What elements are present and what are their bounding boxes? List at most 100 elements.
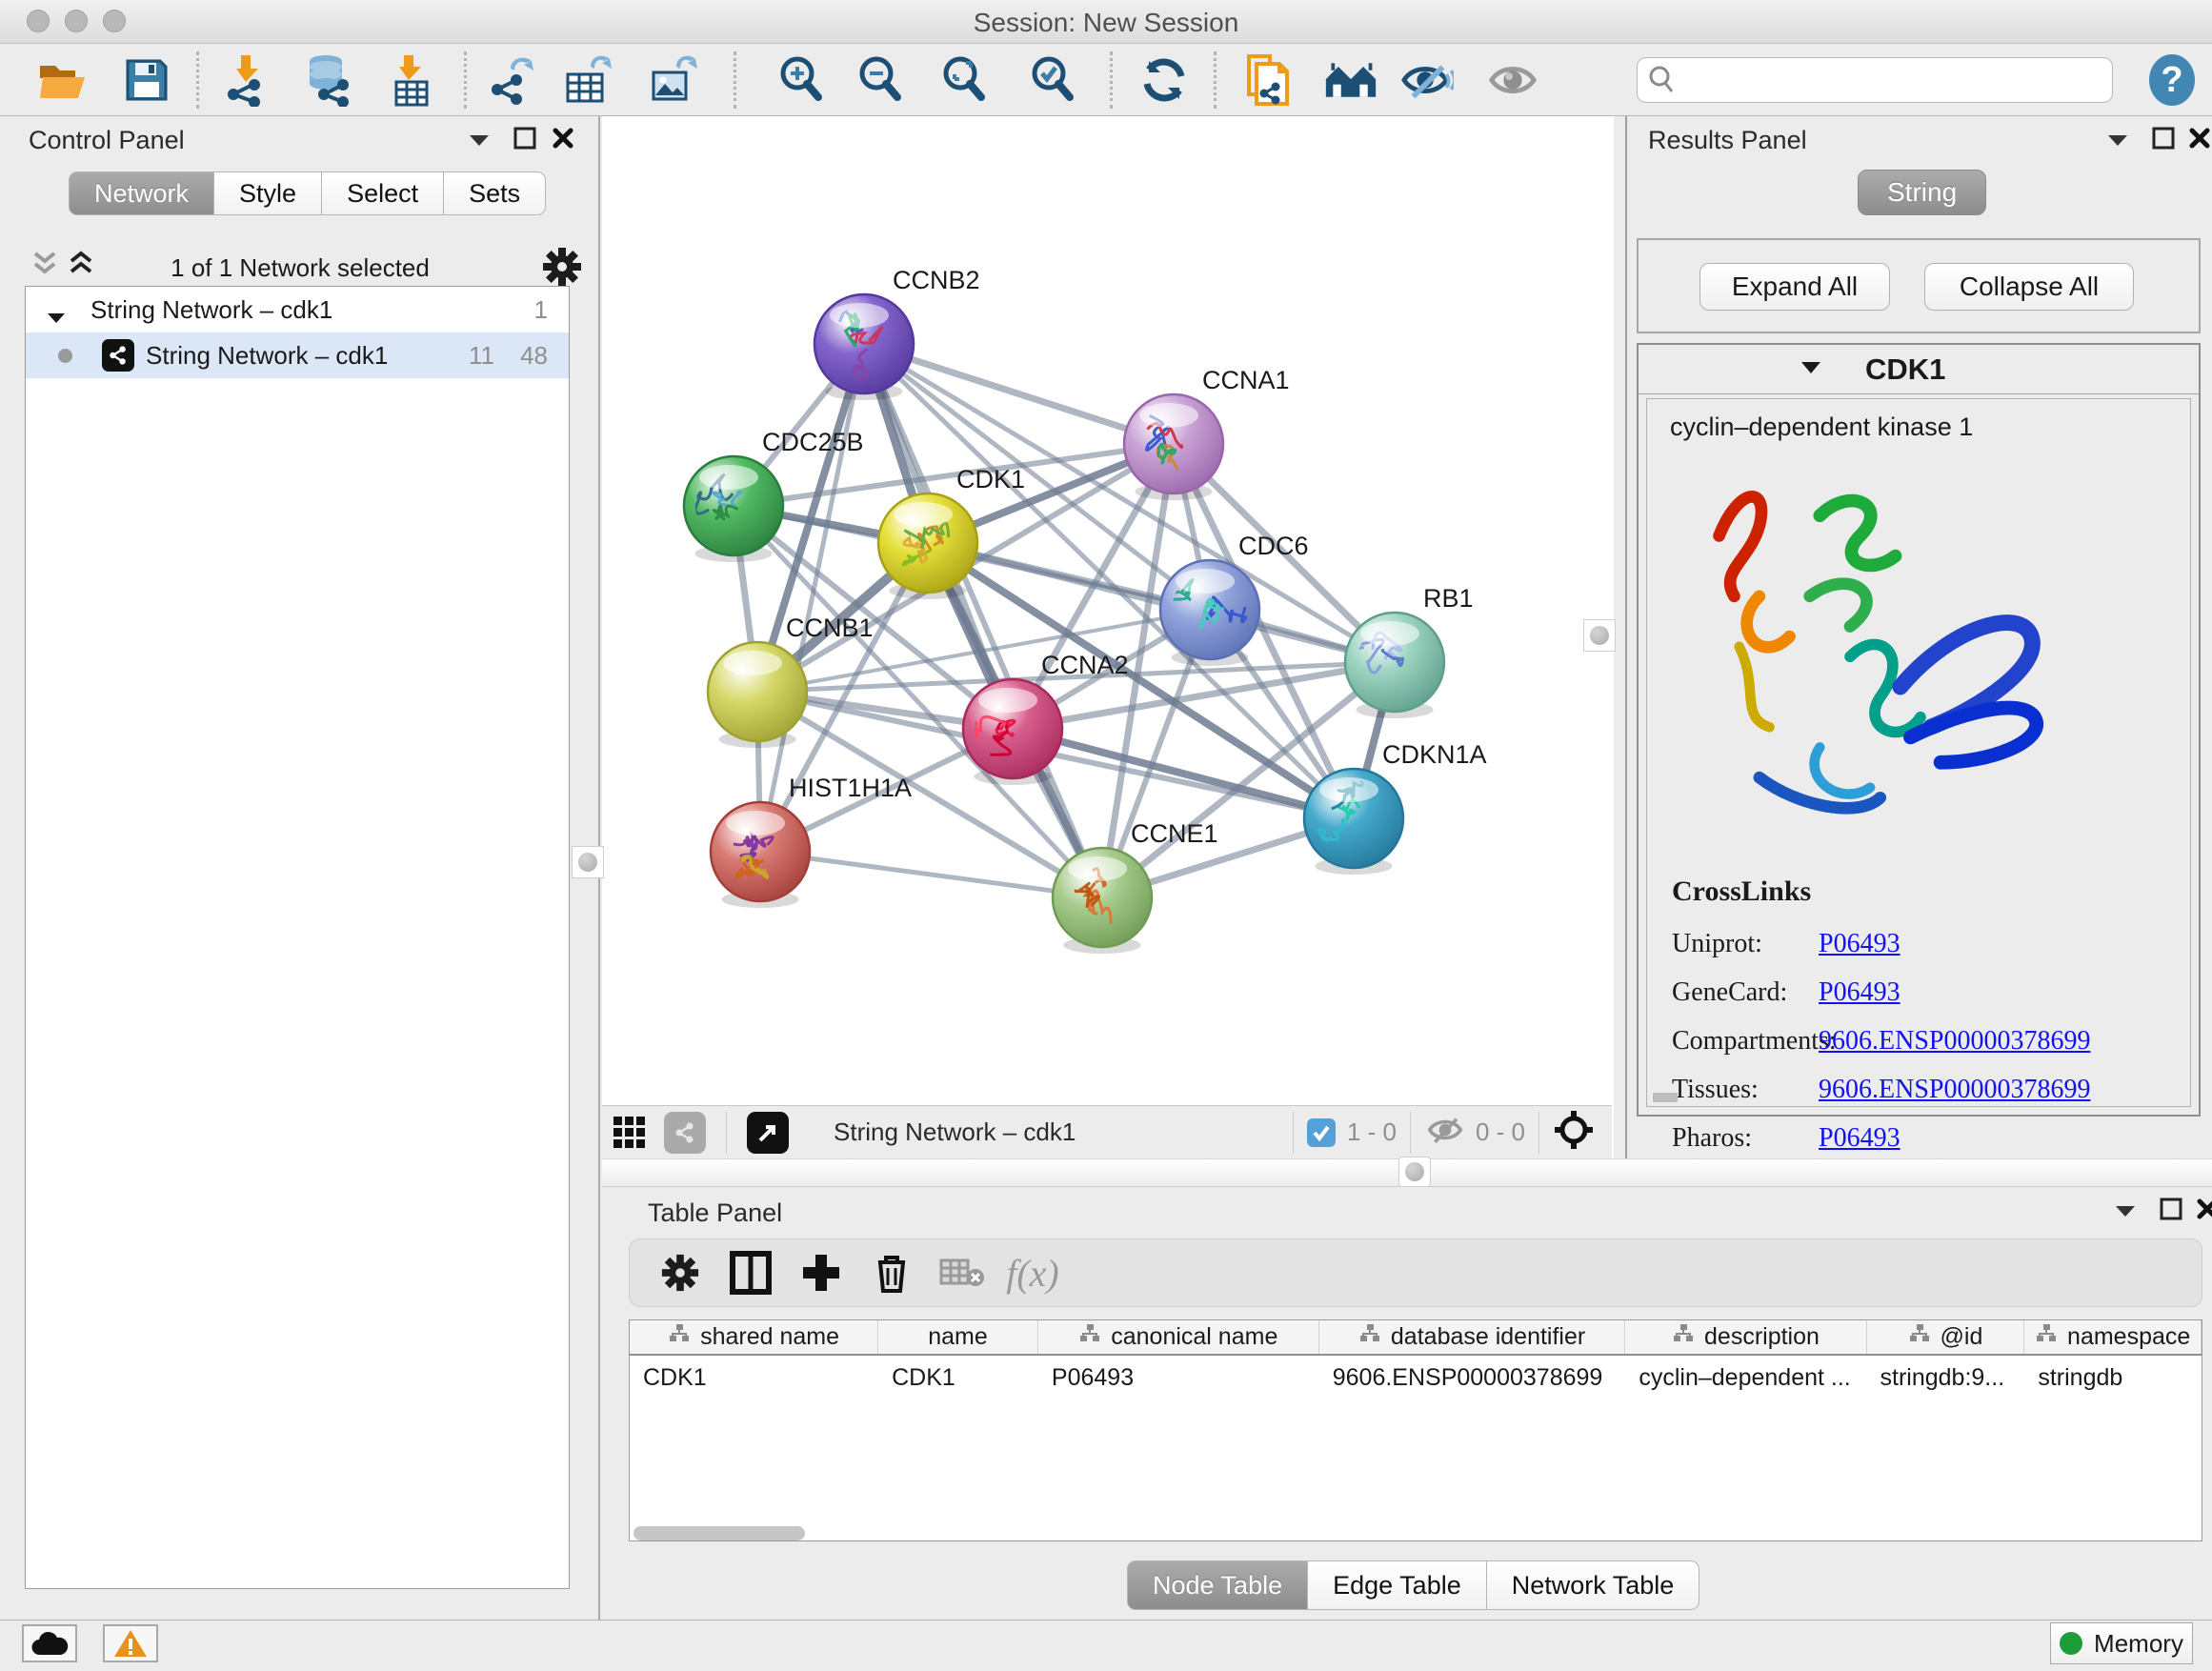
birds-eye-view-icon[interactable] [602, 1104, 657, 1161]
tab-network[interactable]: Network [69, 171, 214, 215]
search-field[interactable] [1637, 57, 2113, 103]
graph-node-CCNA1[interactable]: CCNA1 [1124, 366, 1290, 500]
hierarchy-icon [1358, 1323, 1381, 1351]
crosslink-value[interactable]: P06493 [1819, 1123, 1900, 1154]
tab-sets[interactable]: Sets [444, 171, 546, 215]
results-panel-close-icon[interactable] [2185, 124, 2212, 152]
vertical-splitter-handle[interactable] [1583, 619, 1616, 652]
hide-selected-icon[interactable] [1400, 53, 1454, 107]
search-input[interactable] [1676, 65, 2085, 96]
hidden-node-edge-counts: 0 - 0 [1476, 1117, 1525, 1147]
control-panel-close-icon[interactable] [549, 124, 577, 152]
table-cell: cyclin–dependent ... [1625, 1356, 1866, 1399]
column-header-namespace[interactable]: namespace [2024, 1320, 2202, 1354]
memory-button[interactable]: Memory [2050, 1622, 2193, 1664]
graph-node-label: CCNB2 [893, 266, 980, 294]
graph-edge-HIST1H1A-CCNE1[interactable] [760, 852, 1102, 897]
control-panel-float-icon[interactable] [511, 124, 539, 152]
tab-network-table[interactable]: Network Table [1487, 1560, 1700, 1610]
graph-node-CDKN1A[interactable]: CDKN1A [1304, 740, 1487, 875]
network-canvas[interactable]: CCNB2CCNA1CDC25BCDK1CDC6RB1CCNB1CCNA2CDK… [602, 116, 1612, 1105]
table-row[interactable]: CDK1CDK1P064939606.ENSP00000378699cyclin… [630, 1356, 2202, 1399]
save-session-button[interactable] [120, 53, 173, 107]
collection-expand-icon[interactable] [47, 302, 66, 332]
clone-network-icon[interactable] [1238, 53, 1292, 107]
node-table[interactable]: shared namenamecanonical namedatabase id… [629, 1319, 2202, 1541]
gene-expand-icon[interactable] [1800, 360, 1821, 379]
open-in-window-icon[interactable] [740, 1104, 795, 1161]
horizontal-splitter-handle[interactable] [1398, 1157, 1431, 1187]
crosslink-value[interactable]: 9606.ENSP00000378699 [1819, 1075, 2090, 1105]
hierarchy-icon [2035, 1323, 2058, 1351]
cloud-status-button[interactable] [22, 1624, 77, 1662]
crosslink-value[interactable]: 9606.ENSP00000378699 [1819, 1026, 2090, 1057]
graph-edge-CCNB2-CCNE1[interactable] [864, 344, 1102, 897]
table-panel-close-icon[interactable] [2193, 1195, 2212, 1223]
zoom-fit-content-icon[interactable] [938, 53, 992, 107]
table-panel-collapse-icon[interactable] [2111, 1197, 2140, 1225]
first-neighbors-icon[interactable] [1324, 53, 1377, 107]
graph-node-CDC25B[interactable]: CDC25B [684, 428, 864, 562]
table-body: CDK1CDK1P064939606.ENSP00000378699cyclin… [630, 1356, 2202, 1399]
crosslink-value[interactable]: P06493 [1819, 929, 1900, 959]
results-scrollbar[interactable] [1653, 1093, 1678, 1102]
table-cell: CDK1 [630, 1356, 878, 1399]
fit-selected-crosshair-icon[interactable] [1553, 1109, 1595, 1156]
control-panel-splitter-handle[interactable] [572, 846, 604, 878]
crosslinks-title: CrossLinks [1672, 876, 1811, 908]
help-button[interactable]: ? [2145, 53, 2199, 107]
tab-style[interactable]: Style [214, 171, 322, 215]
control-panel-collapse-icon[interactable] [465, 126, 493, 154]
results-panel-float-icon[interactable] [2149, 124, 2178, 152]
table-header-row: shared namenamecanonical namedatabase id… [630, 1320, 2202, 1356]
zoom-out-icon[interactable] [855, 53, 908, 107]
gene-section-header[interactable]: CDK1 [1639, 345, 2199, 394]
column-header--id[interactable]: @id [1867, 1320, 2025, 1354]
graph-node-HIST1H1A[interactable]: HIST1H1A [711, 774, 912, 908]
export-network-icon[interactable] [488, 53, 541, 107]
tab-node-table[interactable]: Node Table [1127, 1560, 1308, 1610]
column-header-description[interactable]: description [1625, 1320, 1866, 1354]
graph-node-label: CDC6 [1238, 532, 1309, 560]
zoom-selected-icon[interactable] [1027, 53, 1080, 107]
string-toggle-icon[interactable] [657, 1104, 713, 1161]
graph-node-CCNB2[interactable]: CCNB2 [814, 266, 980, 400]
column-header-database-identifier[interactable]: database identifier [1319, 1320, 1626, 1354]
expand-all-button[interactable]: Expand All [1699, 263, 1890, 311]
table-panel: Table Panel f(x) shared namenamecanonica… [602, 1187, 2212, 1620]
selected-checkbox-icon[interactable] [1307, 1118, 1336, 1147]
gene-section: CDK1 cyclin–dependent kinase 1 [1637, 343, 2201, 1117]
column-header-canonical-name[interactable]: canonical name [1038, 1320, 1319, 1354]
warnings-button[interactable] [103, 1624, 158, 1662]
table-panel-float-icon[interactable] [2157, 1195, 2185, 1223]
show-all-icon[interactable] [1486, 53, 1539, 107]
network-collection-row[interactable]: String Network – cdk1 1 [26, 287, 569, 332]
import-table-from-file-icon[interactable] [383, 53, 436, 107]
refresh-view-icon[interactable] [1137, 53, 1191, 107]
open-session-button[interactable] [36, 53, 90, 107]
add-column-icon[interactable] [786, 1244, 856, 1301]
delete-column-icon[interactable] [856, 1244, 927, 1301]
import-network-from-database-icon[interactable] [301, 53, 354, 107]
column-header-name[interactable]: name [878, 1320, 1038, 1354]
results-panel-collapse-icon[interactable] [2103, 126, 2132, 154]
export-table-icon[interactable] [562, 53, 615, 107]
collapse-all-button[interactable]: Collapse All [1924, 263, 2134, 311]
graph-node-label: CCNA1 [1202, 366, 1290, 394]
graph-node-CCNB1[interactable]: CCNB1 [708, 614, 874, 748]
graph-node-RB1[interactable]: RB1 [1345, 584, 1474, 718]
zoom-in-icon[interactable] [775, 53, 829, 107]
export-image-icon[interactable] [646, 53, 699, 107]
results-panel-title: Results Panel [1648, 126, 1807, 155]
show-columns-icon[interactable] [715, 1244, 786, 1301]
crosslink-value[interactable]: P06493 [1819, 977, 1900, 1008]
network-row[interactable]: String Network – cdk1 11 48 [26, 332, 569, 378]
import-network-from-file-icon[interactable] [219, 53, 272, 107]
column-header-shared-name[interactable]: shared name [630, 1320, 878, 1354]
table-horizontal-scrollbar[interactable] [633, 1526, 805, 1540]
tab-select[interactable]: Select [322, 171, 444, 215]
network-graph: CCNB2CCNA1CDC25BCDK1CDC6RB1CCNB1CCNA2CDK… [602, 116, 1612, 1105]
tab-edge-table[interactable]: Edge Table [1308, 1560, 1487, 1610]
table-options-gear-icon[interactable] [645, 1244, 715, 1301]
tab-string[interactable]: String [1858, 170, 1986, 215]
